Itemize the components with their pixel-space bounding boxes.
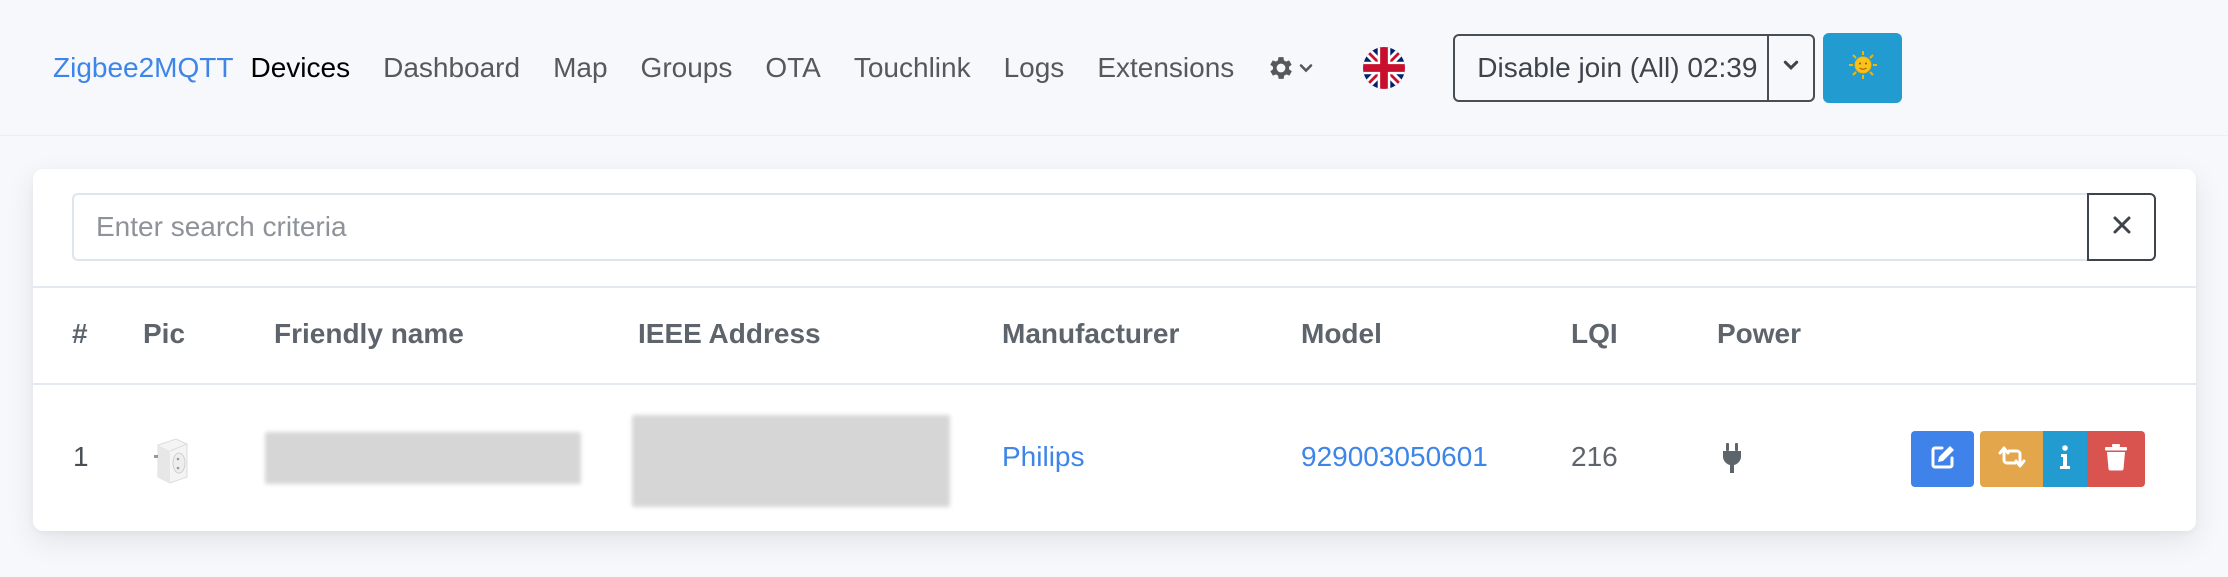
column-header-ieee-address[interactable]: IEEE Address bbox=[638, 318, 821, 350]
uk-flag-icon[interactable] bbox=[1363, 46, 1406, 89]
sun-icon bbox=[1848, 50, 1878, 85]
delete-button[interactable] bbox=[2087, 431, 2145, 487]
column-header-lqi[interactable]: LQI bbox=[1571, 318, 1618, 350]
friendly-name-redacted[interactable] bbox=[265, 432, 581, 484]
permit-join-group: Disable join (All) 02:39 bbox=[1453, 33, 1816, 102]
navbar: Zigbee2MQTT Devices Dashboard Map Groups… bbox=[0, 0, 2228, 136]
edit-icon bbox=[1929, 443, 1957, 476]
column-header-model[interactable]: Model bbox=[1301, 318, 1382, 350]
nav-map[interactable]: Map bbox=[553, 52, 607, 84]
nav-touchlink[interactable]: Touchlink bbox=[854, 52, 971, 84]
lqi-cell: 216 bbox=[1571, 441, 1618, 472]
clear-search-button[interactable] bbox=[2087, 193, 2156, 261]
column-header-friendly-name[interactable]: Friendly name bbox=[274, 318, 464, 350]
info-button[interactable] bbox=[2043, 431, 2087, 487]
column-header-manufacturer[interactable]: Manufacturer bbox=[1002, 318, 1179, 350]
row-index: 1 bbox=[73, 441, 89, 472]
model-link[interactable]: 929003050601 bbox=[1301, 441, 1488, 472]
search-row bbox=[72, 193, 2156, 261]
nav-ota[interactable]: OTA bbox=[765, 52, 820, 84]
devices-card: # Pic Friendly name IEEE Address Manufac… bbox=[33, 169, 2196, 531]
rename-button[interactable] bbox=[1980, 431, 2043, 487]
info-icon bbox=[2058, 443, 2072, 476]
trash-icon bbox=[2104, 443, 2128, 476]
ieee-address-redacted[interactable] bbox=[632, 415, 950, 507]
theme-toggle-button[interactable] bbox=[1823, 32, 1903, 103]
manufacturer-cell: Philips bbox=[1002, 441, 1084, 473]
plug-icon bbox=[1721, 442, 1743, 479]
gear-icon bbox=[1266, 53, 1296, 83]
table-header-top-border bbox=[33, 286, 2196, 288]
brand-link[interactable]: Zigbee2MQTT bbox=[53, 52, 234, 84]
row-actions bbox=[1911, 431, 2145, 487]
join-options-dropdown[interactable] bbox=[1767, 35, 1813, 100]
nav-logs[interactable]: Logs bbox=[1004, 52, 1065, 84]
column-header-power[interactable]: Power bbox=[1717, 318, 1801, 350]
device-image[interactable] bbox=[141, 431, 201, 491]
model-cell: 929003050601 bbox=[1301, 441, 1488, 473]
nav-extensions[interactable]: Extensions bbox=[1097, 52, 1234, 84]
close-icon bbox=[2112, 215, 2132, 240]
settings-dropdown[interactable] bbox=[1266, 53, 1313, 83]
rename-icon bbox=[1996, 443, 2028, 476]
search-input[interactable] bbox=[72, 193, 2087, 261]
edit-button[interactable] bbox=[1911, 431, 1974, 487]
chevron-down-icon bbox=[1783, 57, 1799, 78]
manufacturer-link[interactable]: Philips bbox=[1002, 441, 1084, 472]
nav-dashboard[interactable]: Dashboard bbox=[383, 52, 520, 84]
column-header-pic: Pic bbox=[143, 318, 186, 349]
column-header-index[interactable]: # bbox=[72, 318, 88, 350]
table-header-bottom-border bbox=[33, 383, 2196, 385]
nav-devices[interactable]: Devices bbox=[251, 52, 351, 84]
disable-join-button[interactable]: Disable join (All) 02:39 bbox=[1455, 36, 1767, 100]
chevron-down-icon bbox=[1299, 61, 1313, 75]
nav-groups[interactable]: Groups bbox=[641, 52, 733, 84]
